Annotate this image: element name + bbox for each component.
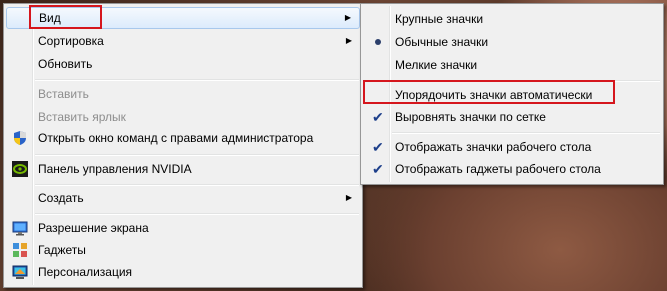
menu-item-personalization[interactable]: Персонализация xyxy=(6,261,360,283)
menu-item-label: Вставить xyxy=(38,87,89,101)
menu-item-label: Вставить ярлык xyxy=(38,110,126,124)
menu-item-label: Персонализация xyxy=(38,265,133,279)
menu-item-label: Крупные значки xyxy=(395,12,484,26)
checkmark-icon: ✔ xyxy=(372,161,384,177)
menu-item-refresh[interactable]: Обновить xyxy=(6,53,360,75)
menu-separator xyxy=(35,154,359,156)
menu-item-label: Панель управления NVIDIA xyxy=(38,162,192,176)
personalization-icon xyxy=(12,265,28,279)
submenu-item-small-icons[interactable]: Мелкие значки xyxy=(363,54,661,76)
gadgets-icon xyxy=(13,243,27,257)
menu-item-label: Обновить xyxy=(38,57,93,71)
submenu-item-medium-icons[interactable]: Обычные значки xyxy=(363,31,661,53)
checkmark-icon: ✔ xyxy=(372,109,384,125)
menu-separator xyxy=(35,79,359,81)
submenu-arrow-icon: ▶ xyxy=(345,36,352,45)
menu-item-sort[interactable]: Сортировка ▶ xyxy=(6,30,360,52)
nvidia-icon xyxy=(12,161,28,177)
submenu-item-show-desktop-icons[interactable]: ✔ Отображать значки рабочего стола xyxy=(363,136,661,158)
menu-item-label: Мелкие значки xyxy=(395,58,478,72)
submenu-item-show-desktop-gadgets[interactable]: ✔ Отображать гаджеты рабочего стола xyxy=(363,158,661,180)
menu-item-paste-shortcut[interactable]: Вставить ярлык xyxy=(6,106,360,128)
highlight-box-auto-arrange xyxy=(363,80,615,104)
menu-item-nvidia-panel[interactable]: Панель управления NVIDIA xyxy=(6,158,360,180)
submenu-item-align-to-grid[interactable]: ✔ Выровнять значки по сетке xyxy=(363,106,661,128)
menu-separator xyxy=(35,213,359,215)
submenu-arrow-icon: ▶ xyxy=(345,193,352,202)
menu-item-gadgets[interactable]: Гаджеты xyxy=(6,239,360,261)
radio-selected-icon xyxy=(375,39,381,45)
menu-item-label: Отображать гаджеты рабочего стола xyxy=(395,162,601,176)
menu-item-label: Открыть окно команд с правами администра… xyxy=(38,131,314,145)
menu-item-screen-resolution[interactable]: Разрешение экрана xyxy=(6,217,360,239)
submenu-arrow-icon: ▶ xyxy=(344,13,351,22)
menu-item-label: Разрешение экрана xyxy=(38,221,149,235)
menu-item-create[interactable]: Создать ▶ xyxy=(6,187,360,209)
screen-resolution-icon xyxy=(12,221,28,236)
menu-item-open-admin-cmd[interactable]: Открыть окно команд с правами администра… xyxy=(6,127,360,149)
menu-item-paste[interactable]: Вставить xyxy=(6,83,360,105)
desktop-context-menu: Вид ▶ Сортировка ▶ Обновить Вставить Вст… xyxy=(3,3,363,288)
checkmark-icon: ✔ xyxy=(372,139,384,155)
uac-shield-icon xyxy=(14,131,26,145)
menu-item-label: Обычные значки xyxy=(395,35,489,49)
menu-item-label: Отображать значки рабочего стола xyxy=(395,140,592,154)
menu-item-label: Сортировка xyxy=(38,34,104,48)
menu-item-label: Создать xyxy=(38,191,84,205)
menu-item-label: Выровнять значки по сетке xyxy=(395,110,546,124)
highlight-box-view xyxy=(29,5,102,29)
submenu-item-large-icons[interactable]: Крупные значки xyxy=(363,8,661,30)
menu-separator xyxy=(392,132,660,134)
menu-item-label: Гаджеты xyxy=(38,243,86,257)
menu-separator xyxy=(35,184,359,186)
